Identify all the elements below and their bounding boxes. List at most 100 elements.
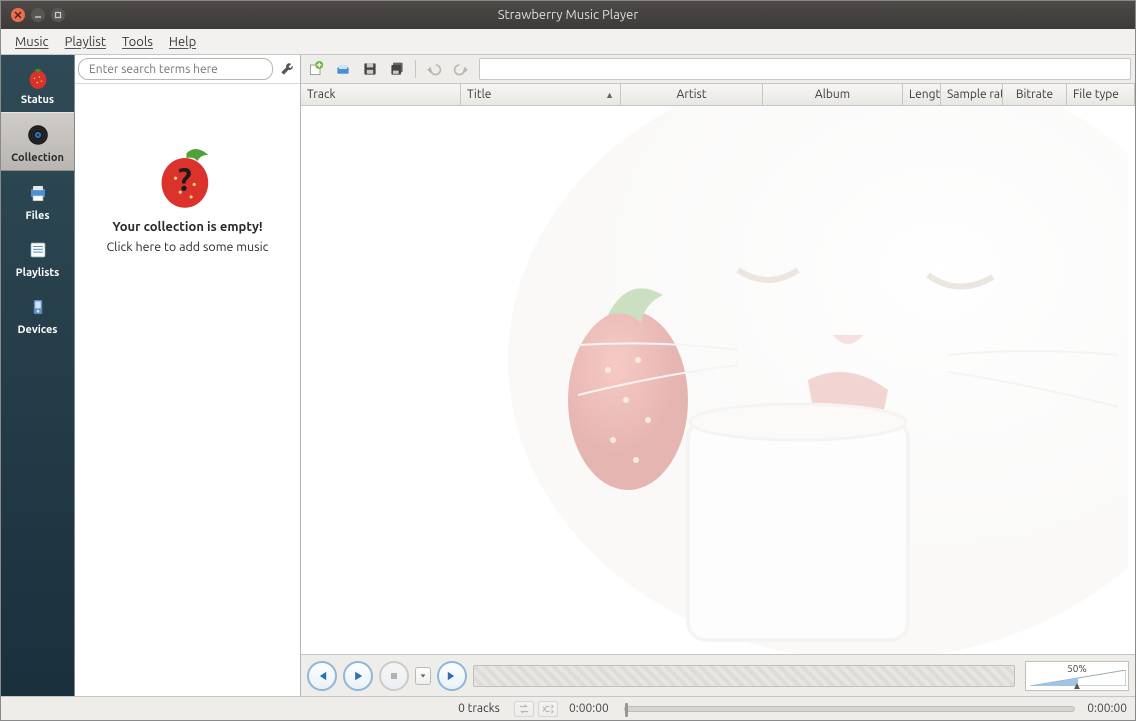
col-track[interactable]: Track bbox=[301, 84, 461, 105]
col-title[interactable]: Title ▲ bbox=[461, 84, 621, 105]
play-icon bbox=[351, 669, 365, 683]
menu-playlist[interactable]: Playlist bbox=[57, 32, 114, 52]
play-button[interactable] bbox=[343, 661, 373, 691]
track-count-label: 0 tracks bbox=[458, 702, 500, 715]
redo-button[interactable] bbox=[450, 58, 472, 80]
menu-playlist-label: Playlist bbox=[65, 35, 106, 49]
playlist-icon bbox=[24, 236, 52, 264]
collection-panel: ? Your collection is empty! Click here t… bbox=[75, 55, 301, 696]
new-playlist-icon bbox=[308, 61, 324, 77]
col-bitrate[interactable]: Bitrate bbox=[1003, 84, 1067, 105]
menu-music[interactable]: Music bbox=[7, 32, 57, 52]
nav-files-label: Files bbox=[25, 210, 49, 222]
skip-back-icon bbox=[315, 669, 329, 683]
close-icon bbox=[14, 11, 22, 19]
menu-music-label: Music bbox=[15, 35, 49, 49]
nav-files[interactable]: Files bbox=[1, 171, 74, 228]
col-artist[interactable]: Artist bbox=[621, 84, 763, 105]
stop-icon bbox=[388, 670, 400, 682]
playlist-toolbar bbox=[301, 55, 1135, 84]
window-minimize-button[interactable] bbox=[31, 8, 45, 22]
stop-button[interactable] bbox=[379, 661, 409, 691]
col-filetype[interactable]: File type bbox=[1067, 84, 1135, 105]
maximize-icon bbox=[54, 11, 62, 19]
save-playlist-button[interactable] bbox=[359, 58, 381, 80]
toolbar-separator bbox=[415, 60, 416, 78]
vinyl-icon bbox=[24, 121, 52, 149]
window-maximize-button[interactable] bbox=[51, 8, 65, 22]
col-album-label: Album bbox=[815, 88, 850, 101]
redo-icon bbox=[453, 61, 469, 77]
track-table-body[interactable] bbox=[301, 106, 1135, 654]
window-close-button[interactable] bbox=[11, 8, 25, 22]
nav-devices[interactable]: Devices bbox=[1, 285, 74, 342]
col-samplerate[interactable]: Sample rate bbox=[941, 84, 1003, 105]
undo-icon bbox=[426, 61, 442, 77]
menu-bar: Music Playlist Tools Help bbox=[1, 29, 1135, 55]
nav-status-label: Status bbox=[21, 94, 54, 106]
nav-status[interactable]: Status bbox=[1, 55, 74, 112]
empty-collection-message[interactable]: ? Your collection is empty! Click here t… bbox=[75, 84, 300, 696]
previous-button[interactable] bbox=[307, 661, 337, 691]
track-count: 0 tracks bbox=[450, 702, 508, 715]
search-settings-button[interactable] bbox=[277, 59, 297, 79]
app-body: Status Collection Files Playlists bbox=[1, 55, 1135, 696]
window-title: Strawberry Music Player bbox=[1, 8, 1135, 22]
playlist-tab-strip[interactable] bbox=[479, 58, 1131, 80]
undo-button[interactable] bbox=[423, 58, 445, 80]
nav-collection-label: Collection bbox=[11, 152, 64, 164]
search-input[interactable] bbox=[78, 58, 273, 80]
nav-playlists-label: Playlists bbox=[16, 267, 60, 279]
volume-control[interactable]: 50% ▲ bbox=[1025, 661, 1129, 691]
volume-thumb-icon: ▲ bbox=[1072, 680, 1082, 692]
repeat-button[interactable] bbox=[514, 701, 534, 717]
empty-subtitle: Click here to add some music bbox=[107, 240, 269, 254]
col-artist-label: Artist bbox=[677, 88, 707, 101]
col-filetype-label: File type bbox=[1073, 88, 1119, 101]
col-title-label: Title bbox=[467, 88, 491, 101]
nav-devices-label: Devices bbox=[17, 324, 57, 336]
floppy-icon bbox=[362, 61, 378, 77]
device-icon bbox=[24, 293, 52, 321]
printer-icon bbox=[24, 179, 52, 207]
col-length[interactable]: Length bbox=[903, 84, 941, 105]
nav-playlists[interactable]: Playlists bbox=[1, 228, 74, 285]
time-total: 0:00:00 bbox=[1085, 702, 1135, 715]
stop-menu-button[interactable] bbox=[415, 667, 431, 685]
minimize-icon bbox=[34, 11, 42, 19]
menu-tools[interactable]: Tools bbox=[114, 32, 161, 52]
wrench-icon bbox=[279, 61, 295, 77]
position-thumb bbox=[625, 703, 628, 717]
next-button[interactable] bbox=[437, 661, 467, 691]
sort-asc-icon: ▲ bbox=[605, 90, 614, 100]
menu-help-label: Help bbox=[169, 35, 196, 49]
player-bar: 50% ▲ bbox=[301, 654, 1135, 696]
new-playlist-button[interactable] bbox=[305, 58, 327, 80]
nav-collection[interactable]: Collection bbox=[1, 112, 74, 171]
background-artwork bbox=[301, 106, 1135, 654]
open-playlist-button[interactable] bbox=[332, 58, 354, 80]
shuffle-button[interactable] bbox=[538, 701, 558, 717]
floppy-multi-icon bbox=[389, 61, 405, 77]
time-elapsed: 0:00:00 bbox=[564, 702, 614, 715]
seek-slider[interactable] bbox=[473, 665, 1015, 687]
repeat-icon bbox=[517, 704, 531, 714]
shuffle-icon bbox=[541, 704, 555, 714]
col-track-label: Track bbox=[307, 88, 336, 101]
col-album[interactable]: Album bbox=[763, 84, 903, 105]
position-slider[interactable] bbox=[624, 706, 1075, 712]
menu-tools-label: Tools bbox=[122, 35, 153, 49]
track-table-header: Track Title ▲ Artist Album Length Sample … bbox=[301, 84, 1135, 106]
menu-help[interactable]: Help bbox=[161, 32, 204, 52]
col-bitrate-label: Bitrate bbox=[1016, 88, 1053, 101]
chevron-down-icon bbox=[419, 672, 427, 680]
status-bar: 0 tracks 0:00:00 0:00:00 bbox=[1, 696, 1135, 720]
folder-open-icon bbox=[335, 61, 351, 77]
strawberry-question-icon: ? bbox=[148, 144, 228, 214]
side-nav: Status Collection Files Playlists bbox=[1, 55, 75, 696]
save-all-button[interactable] bbox=[386, 58, 408, 80]
col-samplerate-label: Sample rate bbox=[947, 88, 1003, 101]
playback-mode-buttons bbox=[508, 701, 564, 717]
main-area: Track Title ▲ Artist Album Length Sample … bbox=[301, 55, 1135, 696]
app-window: Strawberry Music Player Music Playlist T… bbox=[0, 0, 1136, 721]
